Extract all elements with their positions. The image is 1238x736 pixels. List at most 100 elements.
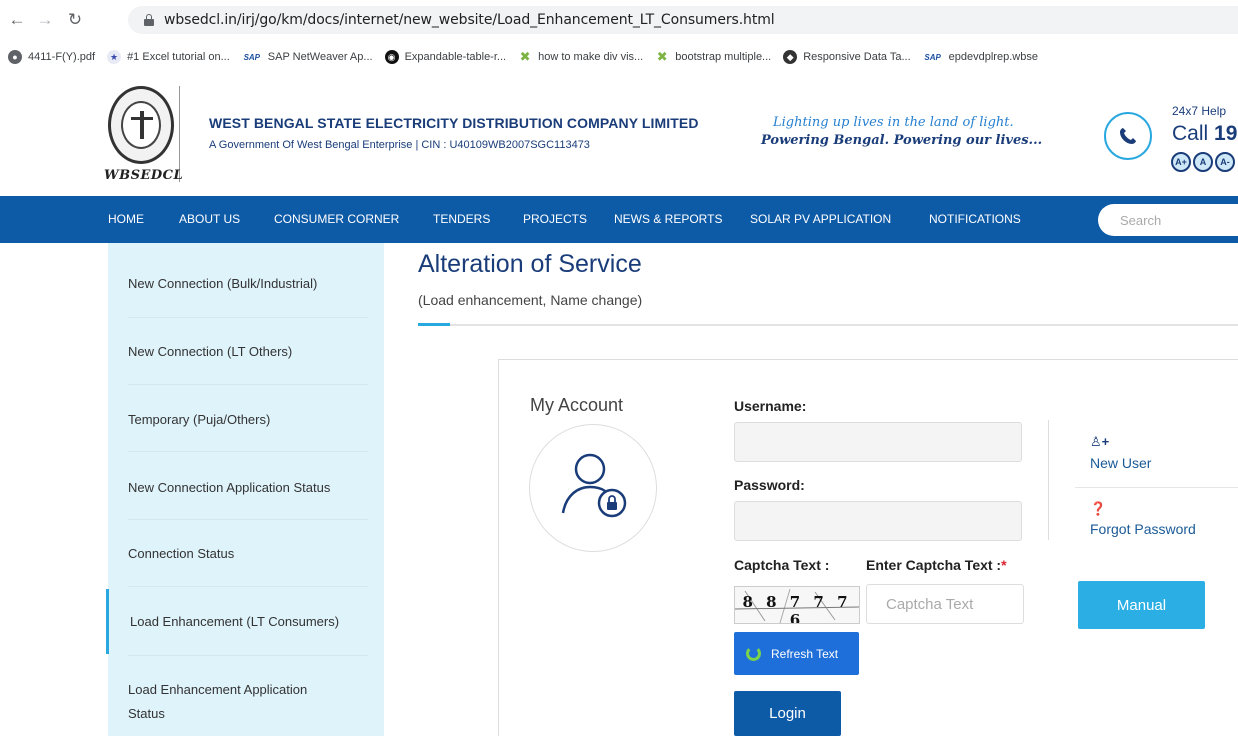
nav-notifications[interactable]: NOTIFICATIONS (929, 212, 1021, 226)
company-logo[interactable]: WBSEDCL (104, 86, 184, 183)
nav-about-us[interactable]: ABOUT US (179, 212, 240, 226)
stackoverflow-icon: ✖ (656, 49, 668, 64)
divider (1075, 487, 1238, 488)
bookmark-item[interactable]: ◉ Expandable-table-r... (384, 50, 506, 64)
sidebar-item-label: Status (128, 706, 165, 721)
bookmark-item[interactable]: ★ #1 Excel tutorial on... (107, 50, 230, 64)
enter-captcha-text: Enter Captcha Text : (866, 557, 1002, 573)
font-normal-button[interactable]: A (1193, 152, 1213, 172)
font-size-controls: A+ A A- (1171, 152, 1235, 172)
company-subtitle: A Government Of West Bengal Enterprise |… (209, 139, 590, 151)
divider (128, 655, 368, 656)
back-arrow-icon[interactable]: ← (8, 10, 26, 29)
helpline-label: 24x7 Help (1172, 104, 1227, 118)
new-user-link[interactable]: New User (1090, 455, 1151, 471)
required-mark: * (1001, 557, 1007, 573)
reload-icon[interactable]: ↻ (66, 10, 84, 29)
bookmark-item[interactable]: ◆ Responsive Data Ta... (783, 50, 911, 64)
captcha-input[interactable]: Captcha Text (866, 584, 1024, 624)
password-label: Password: (734, 477, 805, 493)
username-label: Username: (734, 398, 807, 414)
font-increase-button[interactable]: A+ (1171, 152, 1191, 172)
stackoverflow-icon: ✖ (519, 49, 531, 64)
bookmark-label: bootstrap multiple... (675, 51, 772, 63)
username-field[interactable] (734, 422, 1022, 462)
divider (1048, 420, 1049, 540)
divider (128, 317, 368, 318)
site-header: WBSEDCL WEST BENGAL STATE ELECTRICITY DI… (0, 74, 1238, 196)
bookmark-item[interactable]: ✖ bootstrap multiple... (655, 49, 772, 64)
bookmark-label: Responsive Data Ta... (803, 51, 911, 63)
bookmark-label: how to make div vis... (538, 51, 644, 63)
refresh-icon (746, 646, 761, 661)
bookmark-label: epdevdplrep.wbse (948, 51, 1038, 63)
login-button[interactable]: Login (734, 691, 841, 736)
tagline-line-2: Powering Bengal. Powering our lives... (761, 133, 1043, 148)
sidebar-item-label: Temporary (Puja/Others) (128, 412, 271, 427)
title-accent (418, 323, 450, 326)
nav-solar-pv-application[interactable]: SOLAR PV APPLICATION (750, 212, 891, 226)
call-prefix: Call (1172, 122, 1215, 145)
sidebar-item-label: Load Enhancement (LT Consumers) (130, 614, 340, 629)
page-title: Alteration of Service (418, 250, 642, 278)
sap-icon: SAP (243, 52, 261, 62)
sidebar-item-label: New Connection (LT Others) (128, 344, 293, 359)
user-lock-icon (529, 424, 657, 552)
nav-tenders[interactable]: TENDERS (433, 212, 490, 226)
company-name: WEST BENGAL STATE ELECTRICITY DISTRIBUTI… (209, 115, 699, 131)
search-input[interactable]: Search (1098, 204, 1238, 236)
captcha-image: 8 8 7 7 7 6 (734, 586, 860, 624)
sidebar-item-label: New Connection Application Status (128, 480, 331, 495)
bookmark-item[interactable]: SAP SAP NetWeaver Ap... (242, 50, 373, 64)
question-icon[interactable]: ❓ (1090, 501, 1106, 517)
logo-text: WBSEDCL (104, 168, 184, 183)
page-subtitle: (Load enhancement, Name change) (418, 292, 643, 308)
captcha-label: Captcha Text : (734, 557, 830, 573)
lock-icon[interactable] (144, 14, 154, 26)
bookmark-label: #1 Excel tutorial on... (127, 51, 230, 63)
call-number: Call 19 (1172, 122, 1237, 146)
nav-home[interactable]: HOME (108, 212, 144, 226)
captcha-value: 8 8 7 7 7 6 (742, 593, 852, 624)
bookmark-label: SAP NetWeaver Ap... (267, 51, 373, 63)
refresh-captcha-button[interactable]: Refresh Text (734, 632, 859, 675)
github-icon: ◉ (384, 50, 399, 64)
forward-arrow-icon[interactable]: → (36, 10, 54, 29)
add-user-icon[interactable]: ♙+ (1090, 434, 1109, 450)
call-digits: 19 (1214, 122, 1238, 145)
bookmark-label: 4411-F(Y).pdf (28, 51, 96, 63)
bookmark-item[interactable]: SAP epdevdplrep.wbse (923, 50, 1038, 64)
nav-news-reports[interactable]: NEWS & REPORTS (614, 212, 722, 226)
address-bar[interactable]: wbsedcl.in/irj/go/km/docs/internet/new_w… (128, 6, 1238, 34)
font-decrease-button[interactable]: A- (1215, 152, 1235, 172)
bookmarks-bar: ● 4411-F(Y).pdf ★ #1 Excel tutorial on... … (0, 44, 1238, 70)
main-nav: HOME ABOUT US CONSUMER CORNER TENDERS PR… (0, 196, 1238, 243)
divider (128, 384, 368, 385)
forgot-password-link[interactable]: Forgot Password (1090, 521, 1196, 537)
password-field[interactable] (734, 501, 1022, 541)
tagline-line-1: Lighting up lives in the land of light. (773, 115, 1014, 130)
excel-icon: ★ (107, 50, 122, 64)
sidebar-item-label: New Connection (Bulk/Industrial) (128, 276, 318, 291)
enter-captcha-label: Enter Captcha Text :* (866, 557, 1007, 573)
refresh-label: Refresh Text (771, 646, 839, 661)
bookmark-item[interactable]: ✖ how to make div vis... (518, 49, 644, 64)
nav-projects[interactable]: PROJECTS (523, 212, 587, 226)
divider (418, 324, 1238, 326)
manual-button[interactable]: Manual (1078, 581, 1205, 629)
phone-icon (1104, 112, 1152, 160)
sap-icon: SAP (924, 52, 941, 62)
datatables-icon: ◆ (783, 50, 798, 64)
seal-icon (108, 86, 174, 164)
divider (128, 451, 368, 452)
divider (128, 586, 368, 587)
nav-consumer-corner[interactable]: CONSUMER CORNER (274, 212, 399, 226)
sidebar-item-label: Load Enhancement Application (128, 682, 308, 697)
my-account-heading: My Account (530, 395, 624, 415)
active-indicator (106, 589, 109, 654)
sidebar: New Connection (Bulk/Industrial) New Con… (106, 243, 384, 736)
sidebar-item-label: Connection Status (128, 546, 235, 561)
globe-icon: ● (8, 50, 22, 64)
bookmark-item[interactable]: ● 4411-F(Y).pdf (8, 50, 95, 64)
url-text: wbsedcl.in/irj/go/km/docs/internet/new_w… (164, 12, 775, 28)
